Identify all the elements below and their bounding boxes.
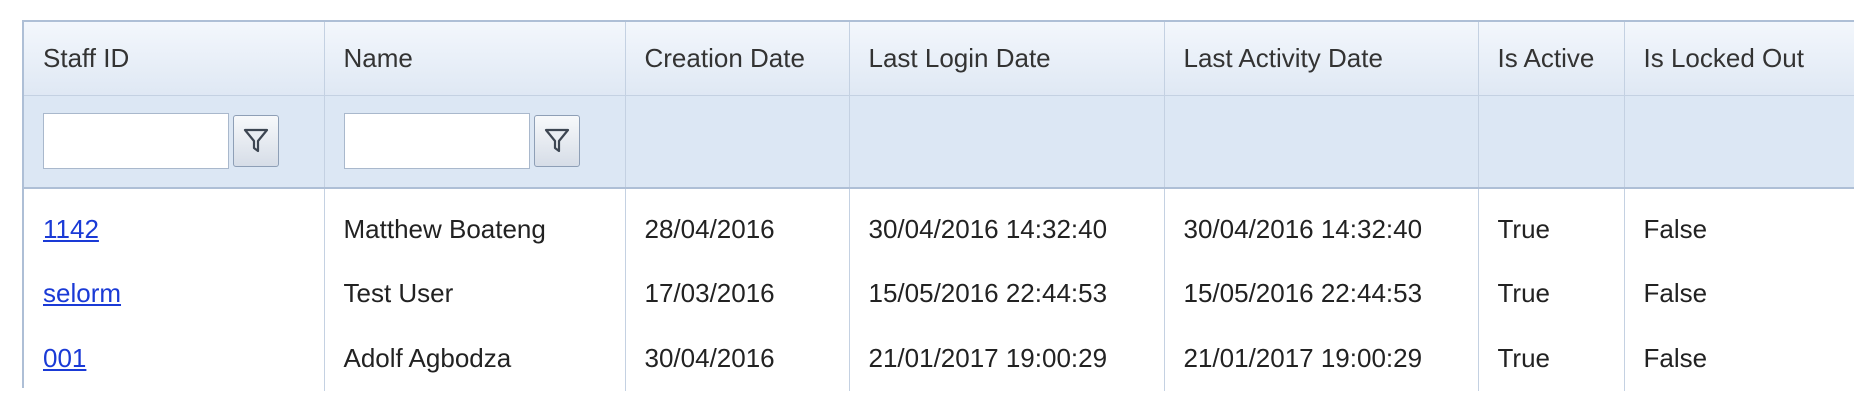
cell-name: Adolf Agbodza	[324, 326, 626, 391]
cell-staff-id: 001	[24, 326, 325, 391]
staff-id-link[interactable]: 1142	[43, 214, 99, 244]
filter-cell-staff-id	[24, 95, 325, 189]
staff-table: Staff ID Name Creation Date Last Login D…	[24, 22, 1854, 391]
cell-name: Test User	[324, 261, 626, 326]
name-filter-button[interactable]	[533, 115, 580, 168]
cell-creation-date: 30/04/2016	[625, 326, 850, 391]
filter-cell-empty	[849, 95, 1165, 189]
cell-last-activity-date: 30/04/2016 14:32:40	[1164, 188, 1479, 261]
cell-last-activity-date: 21/01/2017 19:00:29	[1164, 326, 1479, 391]
cell-last-activity-date: 15/05/2016 22:44:53	[1164, 261, 1479, 326]
filter-cell-empty	[625, 95, 850, 189]
table-row: 001 Adolf Agbodza 30/04/2016 21/01/2017 …	[24, 326, 1854, 391]
cell-creation-date: 17/03/2016	[625, 261, 850, 326]
cell-is-active: True	[1478, 261, 1625, 326]
column-header-creation-date[interactable]: Creation Date	[625, 22, 850, 96]
cell-is-locked-out: False	[1624, 326, 1854, 391]
staff-id-filter-button[interactable]	[233, 115, 279, 168]
table-row: selorm Test User 17/03/2016 15/05/2016 2…	[24, 261, 1854, 326]
cell-is-active: True	[1478, 188, 1625, 261]
cell-last-login-date: 21/01/2017 19:00:29	[849, 326, 1165, 391]
column-header-last-activity-date[interactable]: Last Activity Date	[1164, 22, 1479, 96]
cell-last-login-date: 30/04/2016 14:32:40	[849, 188, 1165, 261]
column-header-is-locked-out[interactable]: Is Locked Out	[1624, 22, 1854, 96]
filter-cell-empty	[1164, 95, 1479, 189]
staff-id-filter-input[interactable]	[43, 113, 229, 170]
name-filter-input[interactable]	[343, 113, 530, 170]
cell-creation-date: 28/04/2016	[625, 188, 850, 261]
cell-is-active: True	[1478, 326, 1625, 391]
filter-row	[24, 95, 1854, 189]
cell-is-locked-out: False	[1624, 188, 1854, 261]
column-header-staff-id[interactable]: Staff ID	[24, 22, 325, 96]
cell-staff-id: selorm	[24, 261, 325, 326]
header-row: Staff ID Name Creation Date Last Login D…	[24, 22, 1854, 96]
filter-cell-name	[324, 95, 626, 189]
column-header-name[interactable]: Name	[324, 22, 626, 96]
cell-last-login-date: 15/05/2016 22:44:53	[849, 261, 1165, 326]
column-header-last-login-date[interactable]: Last Login Date	[849, 22, 1165, 96]
staff-id-link[interactable]: selorm	[43, 278, 121, 308]
funnel-filter-icon	[243, 129, 269, 153]
staff-grid: Staff ID Name Creation Date Last Login D…	[22, 20, 1854, 391]
column-header-is-active[interactable]: Is Active	[1478, 22, 1625, 96]
filter-cell-empty	[1624, 95, 1854, 189]
cell-name: Matthew Boateng	[324, 188, 626, 261]
cell-staff-id: 1142	[24, 188, 325, 261]
funnel-filter-icon	[544, 129, 569, 153]
table-row: 1142 Matthew Boateng 28/04/2016 30/04/20…	[24, 188, 1854, 261]
cell-is-locked-out: False	[1624, 261, 1854, 326]
staff-id-link[interactable]: 001	[43, 343, 86, 373]
filter-cell-empty	[1478, 95, 1625, 189]
